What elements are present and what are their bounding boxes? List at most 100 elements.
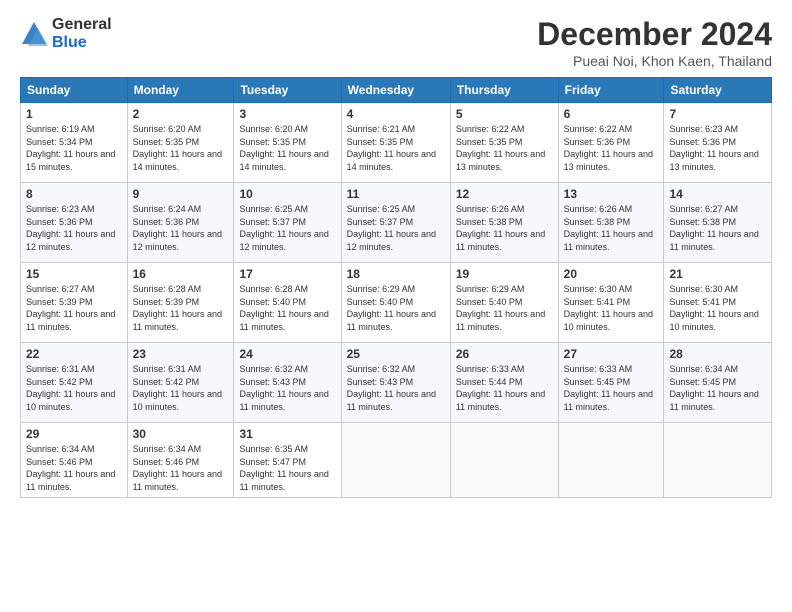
table-row: 24 Sunrise: 6:32 AMSunset: 5:43 PMDaylig… xyxy=(234,343,341,423)
table-row: 3 Sunrise: 6:20 AMSunset: 5:35 PMDayligh… xyxy=(234,103,341,183)
day-info: Sunrise: 6:25 AMSunset: 5:37 PMDaylight:… xyxy=(347,204,436,252)
day-number: 11 xyxy=(347,187,445,201)
table-row: 2 Sunrise: 6:20 AMSunset: 5:35 PMDayligh… xyxy=(127,103,234,183)
day-number: 1 xyxy=(26,107,122,121)
table-row: 1 Sunrise: 6:19 AMSunset: 5:34 PMDayligh… xyxy=(21,103,128,183)
day-info: Sunrise: 6:29 AMSunset: 5:40 PMDaylight:… xyxy=(347,284,436,332)
table-row: 25 Sunrise: 6:32 AMSunset: 5:43 PMDaylig… xyxy=(341,343,450,423)
table-row: 15 Sunrise: 6:27 AMSunset: 5:39 PMDaylig… xyxy=(21,263,128,343)
day-info: Sunrise: 6:20 AMSunset: 5:35 PMDaylight:… xyxy=(133,124,222,172)
day-number: 26 xyxy=(456,347,553,361)
table-row xyxy=(558,423,664,498)
day-number: 5 xyxy=(456,107,553,121)
day-number: 20 xyxy=(564,267,659,281)
day-info: Sunrise: 6:31 AMSunset: 5:42 PMDaylight:… xyxy=(133,364,222,412)
day-number: 21 xyxy=(669,267,766,281)
logo: General Blue xyxy=(20,16,112,51)
day-info: Sunrise: 6:32 AMSunset: 5:43 PMDaylight:… xyxy=(347,364,436,412)
table-row: 30 Sunrise: 6:34 AMSunset: 5:46 PMDaylig… xyxy=(127,423,234,498)
day-number: 31 xyxy=(239,427,335,441)
table-row: 22 Sunrise: 6:31 AMSunset: 5:42 PMDaylig… xyxy=(21,343,128,423)
day-info: Sunrise: 6:23 AMSunset: 5:36 PMDaylight:… xyxy=(26,204,115,252)
day-info: Sunrise: 6:33 AMSunset: 5:44 PMDaylight:… xyxy=(456,364,545,412)
table-row: 14 Sunrise: 6:27 AMSunset: 5:38 PMDaylig… xyxy=(664,183,772,263)
day-info: Sunrise: 6:34 AMSunset: 5:46 PMDaylight:… xyxy=(26,444,115,492)
day-info: Sunrise: 6:34 AMSunset: 5:45 PMDaylight:… xyxy=(669,364,758,412)
day-number: 22 xyxy=(26,347,122,361)
logo-general-text: General xyxy=(52,16,112,34)
table-row: 26 Sunrise: 6:33 AMSunset: 5:44 PMDaylig… xyxy=(450,343,558,423)
day-number: 10 xyxy=(239,187,335,201)
day-info: Sunrise: 6:22 AMSunset: 5:36 PMDaylight:… xyxy=(564,124,653,172)
logo-blue-text: Blue xyxy=(52,34,112,52)
day-info: Sunrise: 6:26 AMSunset: 5:38 PMDaylight:… xyxy=(456,204,545,252)
day-number: 27 xyxy=(564,347,659,361)
header-monday: Monday xyxy=(127,78,234,103)
table-row: 31 Sunrise: 6:35 AMSunset: 5:47 PMDaylig… xyxy=(234,423,341,498)
header-saturday: Saturday xyxy=(664,78,772,103)
header: General Blue December 2024 Pueai Noi, Kh… xyxy=(20,16,772,69)
day-number: 7 xyxy=(669,107,766,121)
table-row: 17 Sunrise: 6:28 AMSunset: 5:40 PMDaylig… xyxy=(234,263,341,343)
table-row: 4 Sunrise: 6:21 AMSunset: 5:35 PMDayligh… xyxy=(341,103,450,183)
table-row: 6 Sunrise: 6:22 AMSunset: 5:36 PMDayligh… xyxy=(558,103,664,183)
day-number: 17 xyxy=(239,267,335,281)
table-row: 10 Sunrise: 6:25 AMSunset: 5:37 PMDaylig… xyxy=(234,183,341,263)
day-number: 23 xyxy=(133,347,229,361)
location: Pueai Noi, Khon Kaen, Thailand xyxy=(537,53,772,69)
day-number: 15 xyxy=(26,267,122,281)
table-row: 21 Sunrise: 6:30 AMSunset: 5:41 PMDaylig… xyxy=(664,263,772,343)
day-info: Sunrise: 6:29 AMSunset: 5:40 PMDaylight:… xyxy=(456,284,545,332)
day-info: Sunrise: 6:28 AMSunset: 5:39 PMDaylight:… xyxy=(133,284,222,332)
day-info: Sunrise: 6:32 AMSunset: 5:43 PMDaylight:… xyxy=(239,364,328,412)
day-info: Sunrise: 6:19 AMSunset: 5:34 PMDaylight:… xyxy=(26,124,115,172)
day-info: Sunrise: 6:30 AMSunset: 5:41 PMDaylight:… xyxy=(564,284,653,332)
day-number: 14 xyxy=(669,187,766,201)
day-number: 8 xyxy=(26,187,122,201)
day-number: 19 xyxy=(456,267,553,281)
table-row xyxy=(341,423,450,498)
header-thursday: Thursday xyxy=(450,78,558,103)
header-tuesday: Tuesday xyxy=(234,78,341,103)
table-row xyxy=(450,423,558,498)
day-info: Sunrise: 6:27 AMSunset: 5:38 PMDaylight:… xyxy=(669,204,758,252)
table-row: 5 Sunrise: 6:22 AMSunset: 5:35 PMDayligh… xyxy=(450,103,558,183)
table-row: 7 Sunrise: 6:23 AMSunset: 5:36 PMDayligh… xyxy=(664,103,772,183)
header-sunday: Sunday xyxy=(21,78,128,103)
day-info: Sunrise: 6:34 AMSunset: 5:46 PMDaylight:… xyxy=(133,444,222,492)
table-row: 27 Sunrise: 6:33 AMSunset: 5:45 PMDaylig… xyxy=(558,343,664,423)
table-row: 19 Sunrise: 6:29 AMSunset: 5:40 PMDaylig… xyxy=(450,263,558,343)
day-number: 12 xyxy=(456,187,553,201)
table-row xyxy=(664,423,772,498)
day-number: 13 xyxy=(564,187,659,201)
day-number: 9 xyxy=(133,187,229,201)
day-info: Sunrise: 6:33 AMSunset: 5:45 PMDaylight:… xyxy=(564,364,653,412)
day-info: Sunrise: 6:27 AMSunset: 5:39 PMDaylight:… xyxy=(26,284,115,332)
day-number: 29 xyxy=(26,427,122,441)
day-number: 18 xyxy=(347,267,445,281)
day-info: Sunrise: 6:20 AMSunset: 5:35 PMDaylight:… xyxy=(239,124,328,172)
header-friday: Friday xyxy=(558,78,664,103)
month-title: December 2024 xyxy=(537,16,772,53)
day-number: 3 xyxy=(239,107,335,121)
day-info: Sunrise: 6:25 AMSunset: 5:37 PMDaylight:… xyxy=(239,204,328,252)
day-info: Sunrise: 6:28 AMSunset: 5:40 PMDaylight:… xyxy=(239,284,328,332)
table-row: 28 Sunrise: 6:34 AMSunset: 5:45 PMDaylig… xyxy=(664,343,772,423)
day-number: 16 xyxy=(133,267,229,281)
logo-icon xyxy=(20,20,48,48)
table-row: 12 Sunrise: 6:26 AMSunset: 5:38 PMDaylig… xyxy=(450,183,558,263)
table-row: 11 Sunrise: 6:25 AMSunset: 5:37 PMDaylig… xyxy=(341,183,450,263)
table-row: 8 Sunrise: 6:23 AMSunset: 5:36 PMDayligh… xyxy=(21,183,128,263)
day-info: Sunrise: 6:23 AMSunset: 5:36 PMDaylight:… xyxy=(669,124,758,172)
table-row: 16 Sunrise: 6:28 AMSunset: 5:39 PMDaylig… xyxy=(127,263,234,343)
day-info: Sunrise: 6:24 AMSunset: 5:36 PMDaylight:… xyxy=(133,204,222,252)
logo-text: General Blue xyxy=(52,16,112,51)
page: General Blue December 2024 Pueai Noi, Kh… xyxy=(0,0,792,612)
header-wednesday: Wednesday xyxy=(341,78,450,103)
day-number: 4 xyxy=(347,107,445,121)
table-row: 18 Sunrise: 6:29 AMSunset: 5:40 PMDaylig… xyxy=(341,263,450,343)
day-number: 24 xyxy=(239,347,335,361)
day-info: Sunrise: 6:21 AMSunset: 5:35 PMDaylight:… xyxy=(347,124,436,172)
day-info: Sunrise: 6:31 AMSunset: 5:42 PMDaylight:… xyxy=(26,364,115,412)
table-row: 20 Sunrise: 6:30 AMSunset: 5:41 PMDaylig… xyxy=(558,263,664,343)
